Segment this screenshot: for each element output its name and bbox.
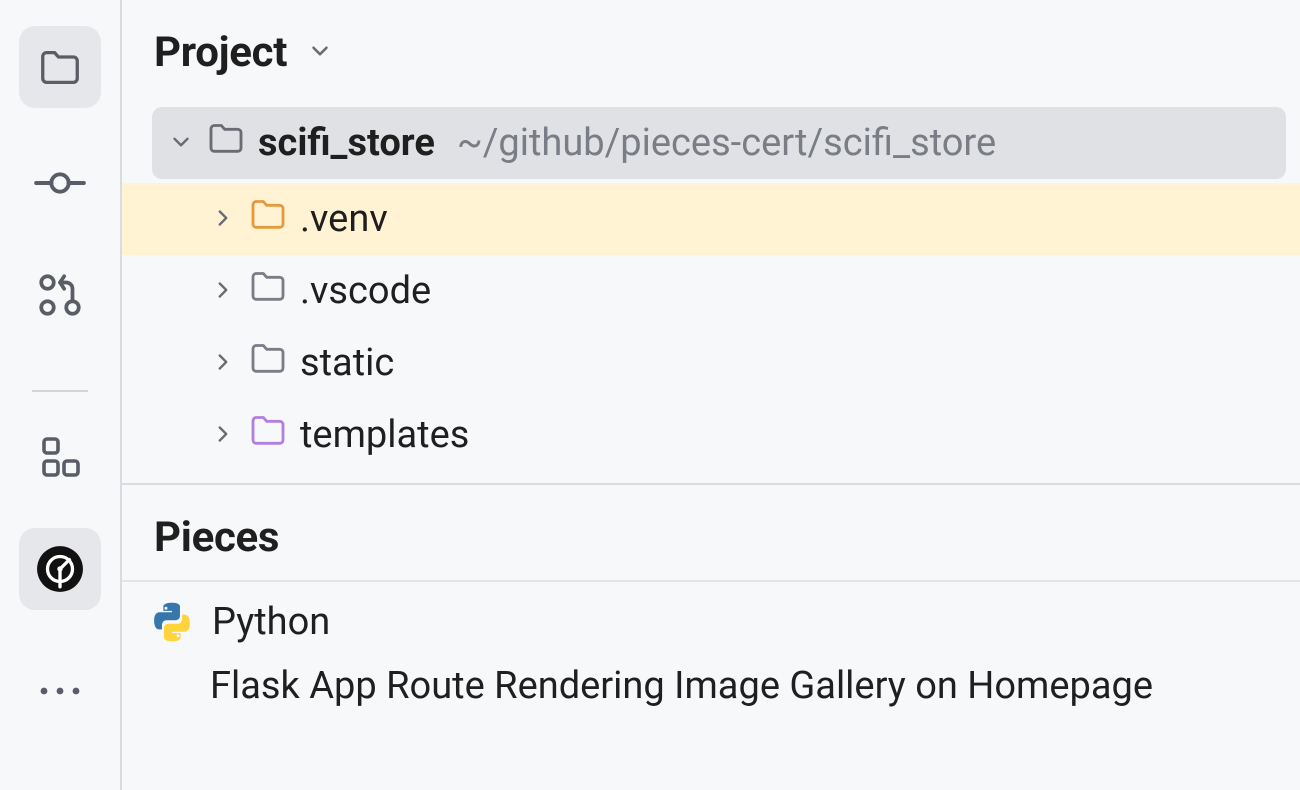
chevron-right-icon — [210, 341, 236, 385]
tree-root-row[interactable]: scifi_store ~/github/pieces-cert/scifi_s… — [152, 107, 1286, 179]
tree-row-static[interactable]: static — [122, 327, 1300, 399]
folder-icon — [248, 266, 288, 316]
pieces-item-lang: Python — [212, 600, 330, 644]
main-panel: Project scifi_store ~/github/pieces-cert… — [122, 0, 1300, 790]
folder-icon — [248, 410, 288, 460]
more-tools-button[interactable] — [19, 650, 101, 732]
chevron-down-icon — [307, 38, 333, 68]
chevron-down-icon — [168, 121, 194, 165]
chevron-right-icon — [210, 197, 236, 241]
project-header[interactable]: Project — [122, 0, 1300, 107]
project-tool-button[interactable] — [19, 26, 101, 108]
project-title: Project — [154, 28, 287, 77]
tree-row-venv[interactable]: .venv — [122, 183, 1300, 255]
commits-tool-button[interactable] — [19, 142, 101, 224]
tree-item-label: .venv — [300, 197, 388, 241]
pieces-tool-button[interactable] — [19, 528, 101, 610]
pieces-item[interactable]: Python — [122, 590, 1300, 646]
folder-icon — [248, 194, 288, 244]
structure-tool-button[interactable] — [19, 416, 101, 498]
folder-icon — [248, 338, 288, 388]
folder-icon — [206, 118, 246, 168]
tree-root-name: scifi_store — [258, 121, 435, 165]
project-tree: scifi_store ~/github/pieces-cert/scifi_s… — [122, 107, 1300, 471]
tree-root-path: ~/github/pieces-cert/scifi_store — [457, 121, 996, 165]
tree-row-vscode[interactable]: .vscode — [122, 255, 1300, 327]
pieces-header[interactable]: Pieces — [122, 485, 1300, 580]
tree-row-templates[interactable]: templates — [122, 399, 1300, 471]
activity-iconbar — [0, 0, 122, 790]
chevron-right-icon — [210, 413, 236, 457]
iconbar-divider — [32, 390, 88, 392]
pieces-title: Pieces — [154, 513, 279, 562]
pieces-section: Pieces Python Flask App Route Rendering … — [122, 483, 1300, 714]
structure-icon — [36, 433, 84, 481]
python-icon — [150, 600, 194, 644]
tree-item-label: .vscode — [300, 269, 431, 313]
chevron-right-icon — [210, 269, 236, 313]
commit-icon — [34, 157, 86, 209]
more-icon — [37, 684, 83, 698]
pull-request-icon — [35, 270, 85, 320]
folder-icon — [37, 44, 83, 90]
tree-item-label: static — [300, 341, 394, 385]
pieces-icon — [35, 544, 85, 594]
pieces-item-description: Flask App Route Rendering Image Gallery … — [122, 646, 1300, 714]
pieces-body: Python Flask App Route Rendering Image G… — [122, 580, 1300, 714]
tree-item-label: templates — [300, 413, 469, 457]
pull-requests-tool-button[interactable] — [19, 254, 101, 336]
